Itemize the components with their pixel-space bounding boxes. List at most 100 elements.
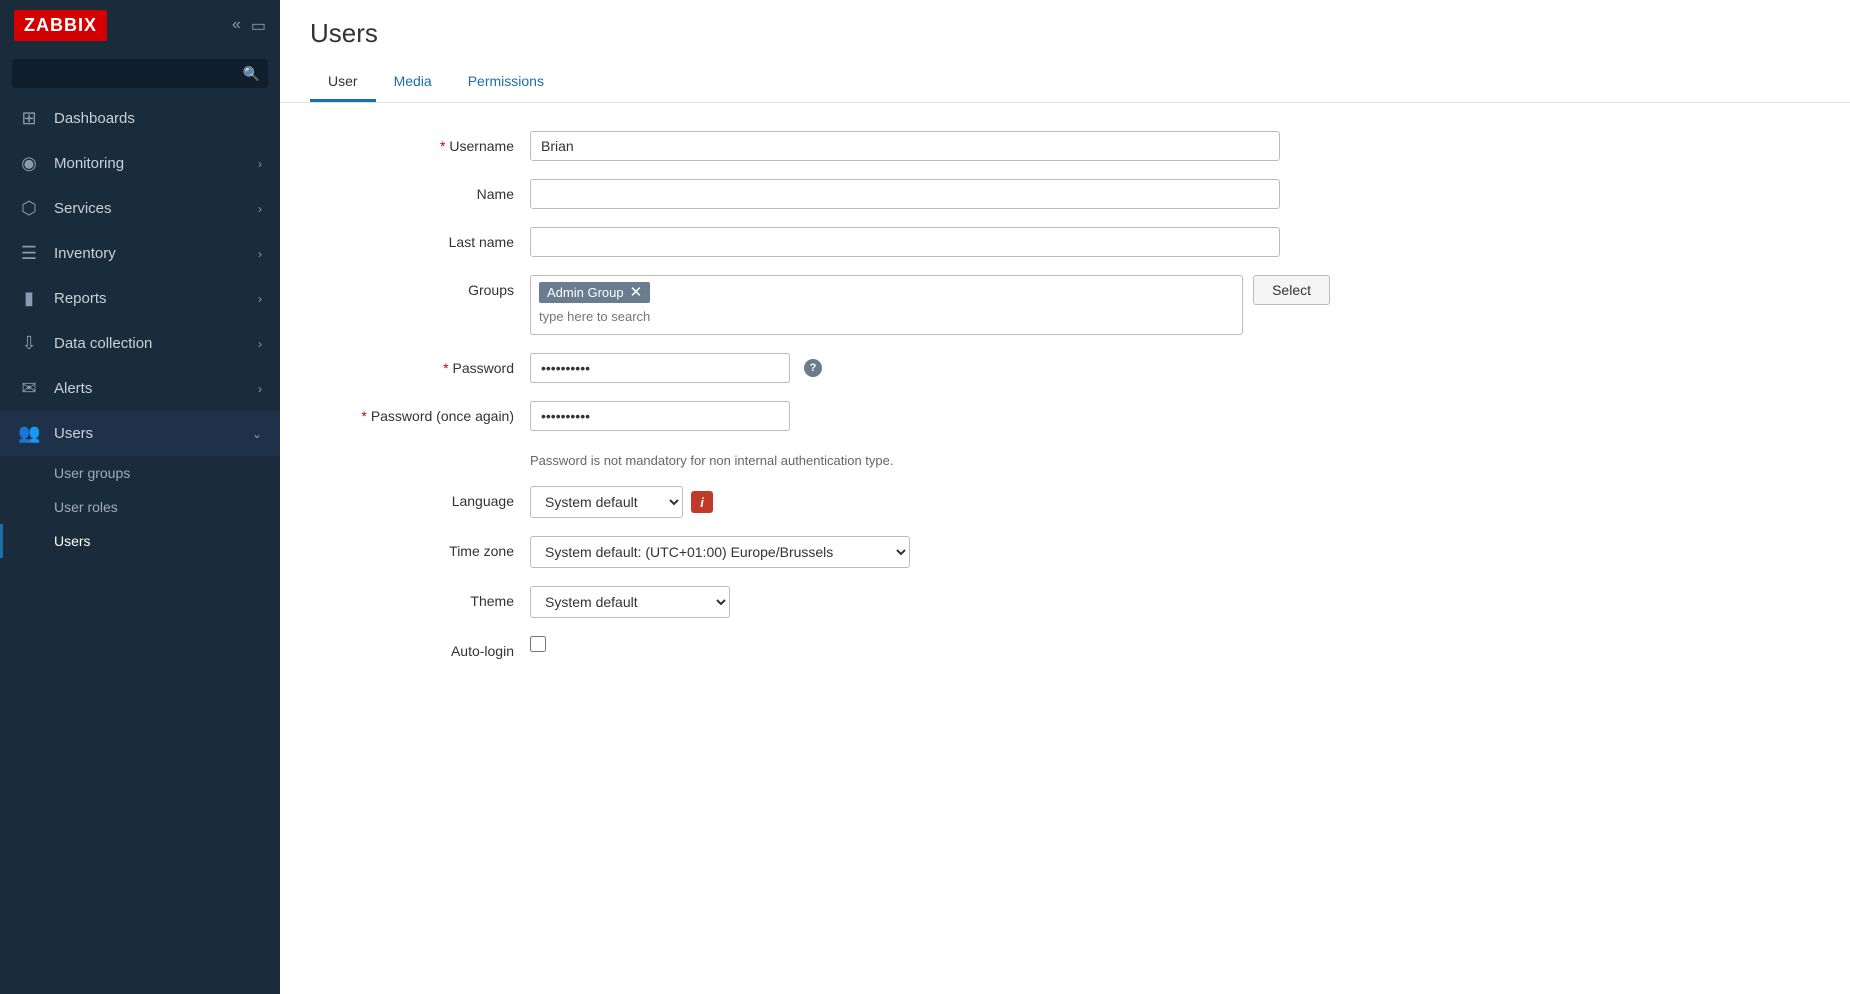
groups-container: Admin Group ✕ Select xyxy=(530,275,1330,335)
tabs: User Media Permissions xyxy=(310,63,1820,102)
groups-row: Groups Admin Group ✕ Select xyxy=(310,275,1820,335)
username-label: *Username xyxy=(310,131,530,154)
password-input[interactable] xyxy=(530,353,790,383)
groups-label: Groups xyxy=(310,275,530,298)
main-content: Users User Media Permissions *Username N… xyxy=(280,0,1850,994)
sidebar-item-reports-label: Reports xyxy=(54,290,244,307)
name-row: Name xyxy=(310,179,1820,209)
sidebar-header-icons: « ▭ xyxy=(232,16,266,36)
autologin-control xyxy=(530,636,1280,655)
autologin-row: Auto-login xyxy=(310,636,1820,659)
sidebar-item-inventory-label: Inventory xyxy=(54,245,244,262)
password-once-label: *Password (once again) xyxy=(310,401,530,424)
password-row-control: ? xyxy=(530,353,1280,383)
data-collection-arrow-icon: › xyxy=(258,337,262,351)
alerts-icon: ✉ xyxy=(18,378,40,399)
expand-icon[interactable]: ▭ xyxy=(251,16,266,36)
sidebar-item-dashboards-label: Dashboards xyxy=(54,110,262,127)
timezone-select[interactable]: System default: (UTC+01:00) Europe/Bruss… xyxy=(530,536,910,568)
password-once-control xyxy=(530,401,1280,431)
select-button[interactable]: Select xyxy=(1253,275,1330,305)
timezone-label: Time zone xyxy=(310,536,530,559)
sidebar: ZABBIX « ▭ 🔍 ⊞ Dashboards ◉ Monitoring ›… xyxy=(0,0,280,994)
language-select[interactable]: System default xyxy=(530,486,683,518)
sidebar-subitem-user-roles[interactable]: User roles xyxy=(0,490,280,524)
sidebar-subitem-users[interactable]: Users xyxy=(0,524,280,558)
data-collection-icon: ⇩ xyxy=(18,333,40,354)
autologin-label: Auto-login xyxy=(310,636,530,659)
name-label: Name xyxy=(310,179,530,202)
reports-arrow-icon: › xyxy=(258,292,262,306)
tab-permissions[interactable]: Permissions xyxy=(450,63,562,102)
sidebar-item-data-collection-label: Data collection xyxy=(54,335,244,352)
sidebar-item-alerts-label: Alerts xyxy=(54,380,244,397)
theme-label: Theme xyxy=(310,586,530,609)
search-input[interactable] xyxy=(12,59,268,88)
group-tag-remove-icon[interactable]: ✕ xyxy=(630,285,643,300)
group-tag-label: Admin Group xyxy=(547,285,624,300)
services-arrow-icon: › xyxy=(258,202,262,216)
alerts-arrow-icon: › xyxy=(258,382,262,396)
language-label: Language xyxy=(310,486,530,509)
password-help-icon[interactable]: ? xyxy=(804,359,822,377)
groups-input-area[interactable]: Admin Group ✕ xyxy=(530,275,1243,335)
page-header: Users User Media Permissions xyxy=(280,0,1850,103)
password-info-text: Password is not mandatory for non intern… xyxy=(530,453,1280,468)
password-once-row: *Password (once again) xyxy=(310,401,1820,431)
theme-control: System default xyxy=(530,586,1280,618)
sidebar-item-alerts[interactable]: ✉ Alerts › xyxy=(0,366,280,411)
search-box: 🔍 xyxy=(12,59,268,88)
lastname-row: Last name xyxy=(310,227,1820,257)
password-label: *Password xyxy=(310,353,530,376)
dashboards-icon: ⊞ xyxy=(18,108,40,129)
theme-select[interactable]: System default xyxy=(530,586,730,618)
timezone-control: System default: (UTC+01:00) Europe/Bruss… xyxy=(530,536,1280,568)
sidebar-item-reports[interactable]: ▮ Reports › xyxy=(0,276,280,321)
language-info-badge[interactable]: i xyxy=(691,491,713,513)
username-control xyxy=(530,131,1280,161)
tab-user[interactable]: User xyxy=(310,63,376,102)
theme-row: Theme System default xyxy=(310,586,1820,618)
username-row: *Username xyxy=(310,131,1820,161)
form-area: *Username Name Last name Groups xyxy=(280,103,1850,705)
monitoring-icon: ◉ xyxy=(18,153,40,174)
sidebar-item-monitoring-label: Monitoring xyxy=(54,155,244,172)
lastname-input[interactable] xyxy=(530,227,1280,257)
password-info-control: Password is not mandatory for non intern… xyxy=(530,449,1280,468)
sidebar-header: ZABBIX « ▭ xyxy=(0,0,280,51)
sidebar-item-monitoring[interactable]: ◉ Monitoring › xyxy=(0,141,280,186)
autologin-checkbox[interactable] xyxy=(530,636,546,652)
password-row: *Password ? xyxy=(310,353,1820,383)
inventory-arrow-icon: › xyxy=(258,247,262,261)
search-icon: 🔍 xyxy=(243,65,260,82)
name-control xyxy=(530,179,1280,209)
lastname-control xyxy=(530,227,1280,257)
name-input[interactable] xyxy=(530,179,1280,209)
password-required-star: * xyxy=(443,360,448,376)
sidebar-item-services-label: Services xyxy=(54,200,244,217)
password-once-input[interactable] xyxy=(530,401,790,431)
password-control: ? xyxy=(530,353,1280,383)
collapse-icon[interactable]: « xyxy=(232,16,241,36)
groups-search-input[interactable] xyxy=(539,307,1234,326)
monitoring-arrow-icon: › xyxy=(258,157,262,171)
language-row: Language System default i xyxy=(310,486,1820,518)
inventory-icon: ☰ xyxy=(18,243,40,264)
sidebar-subitem-user-groups[interactable]: User groups xyxy=(0,456,280,490)
tab-media[interactable]: Media xyxy=(376,63,450,102)
password-info-row: Password is not mandatory for non intern… xyxy=(310,449,1820,468)
sidebar-item-services[interactable]: ⬡ Services › xyxy=(0,186,280,231)
timezone-row: Time zone System default: (UTC+01:00) Eu… xyxy=(310,536,1820,568)
sidebar-item-users-label: Users xyxy=(54,425,238,442)
sidebar-item-dashboards[interactable]: ⊞ Dashboards xyxy=(0,96,280,141)
sidebar-item-users[interactable]: 👥 Users ⌄ xyxy=(0,411,280,456)
lastname-label: Last name xyxy=(310,227,530,250)
username-required-star: * xyxy=(440,138,445,154)
services-icon: ⬡ xyxy=(18,198,40,219)
password-once-required-star: * xyxy=(361,408,366,424)
sidebar-item-data-collection[interactable]: ⇩ Data collection › xyxy=(0,321,280,366)
sidebar-item-inventory[interactable]: ☰ Inventory › xyxy=(0,231,280,276)
language-select-with-info: System default i xyxy=(530,486,1280,518)
zabbix-logo[interactable]: ZABBIX xyxy=(14,10,107,41)
username-input[interactable] xyxy=(530,131,1280,161)
